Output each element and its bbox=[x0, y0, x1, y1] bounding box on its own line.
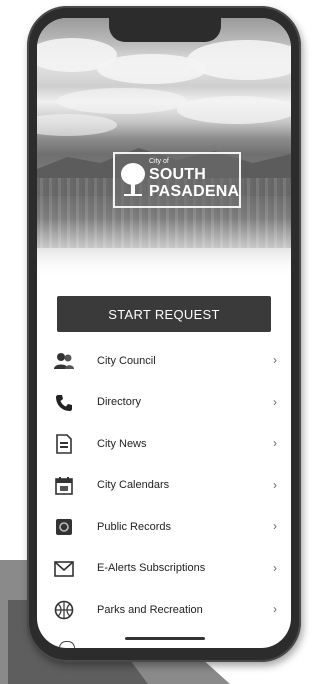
partial-icon bbox=[59, 641, 75, 648]
hero-fade bbox=[37, 218, 291, 280]
records-icon bbox=[53, 516, 75, 538]
chevron-right-icon: › bbox=[273, 353, 277, 367]
menu-item-label: Public Records bbox=[97, 520, 171, 533]
ball-icon bbox=[53, 599, 75, 621]
newspaper-icon bbox=[53, 433, 75, 455]
menu-item-city-news[interactable]: City News › bbox=[37, 423, 291, 465]
calendar-icon bbox=[53, 475, 75, 497]
logo-small-text: City of bbox=[149, 158, 169, 165]
chevron-right-icon: › bbox=[273, 477, 277, 492]
start-request-label: START REQUEST bbox=[108, 306, 220, 322]
logo-line-2: PASADENA bbox=[149, 183, 240, 200]
menu-item-city-council[interactable]: City Council › bbox=[37, 340, 291, 382]
logo-line-1: SOUTH bbox=[149, 166, 206, 183]
hero-image: City of SOUTH PASADENA bbox=[37, 18, 291, 280]
stage: City of SOUTH PASADENA START REQUEST Cit… bbox=[0, 0, 325, 684]
menu-item-label: City News bbox=[97, 437, 147, 450]
chevron-right-icon: › bbox=[273, 519, 277, 533]
menu-item-label: City Calendars bbox=[97, 479, 170, 492]
chevron-right-icon: › bbox=[273, 602, 277, 616]
menu-item-parks-recreation[interactable]: Parks and Recreation › bbox=[37, 589, 291, 631]
phone-frame: City of SOUTH PASADENA START REQUEST Cit… bbox=[27, 6, 301, 662]
phone-icon bbox=[53, 392, 75, 414]
menu-item-label: E-Alerts Subscriptions bbox=[97, 562, 206, 575]
menu-item-directory[interactable]: Directory › bbox=[37, 382, 291, 424]
chevron-right-icon: › bbox=[273, 436, 277, 450]
menu-item-label: City Council bbox=[97, 354, 156, 367]
menu-item-label: Parks and Recreation bbox=[97, 603, 203, 616]
menu-item-public-records[interactable]: Public Records › bbox=[37, 506, 291, 548]
start-request-button[interactable]: START REQUEST bbox=[57, 296, 271, 332]
envelope-icon bbox=[53, 558, 75, 580]
home-indicator[interactable] bbox=[125, 637, 205, 640]
menu-list: City Council › Directory › City News › C… bbox=[37, 340, 291, 631]
phone-notch bbox=[109, 18, 221, 42]
city-logo: City of SOUTH PASADENA bbox=[113, 152, 241, 208]
menu-item-e-alerts[interactable]: E-Alerts Subscriptions › bbox=[37, 548, 291, 590]
tree-icon bbox=[121, 163, 145, 196]
chevron-right-icon: › bbox=[273, 394, 277, 409]
people-icon bbox=[53, 350, 75, 372]
menu-item-label: Directory bbox=[97, 396, 142, 409]
chevron-right-icon: › bbox=[273, 560, 277, 575]
phone-screen: City of SOUTH PASADENA START REQUEST Cit… bbox=[37, 18, 291, 648]
menu-item-city-calendars[interactable]: City Calendars › bbox=[37, 465, 291, 507]
